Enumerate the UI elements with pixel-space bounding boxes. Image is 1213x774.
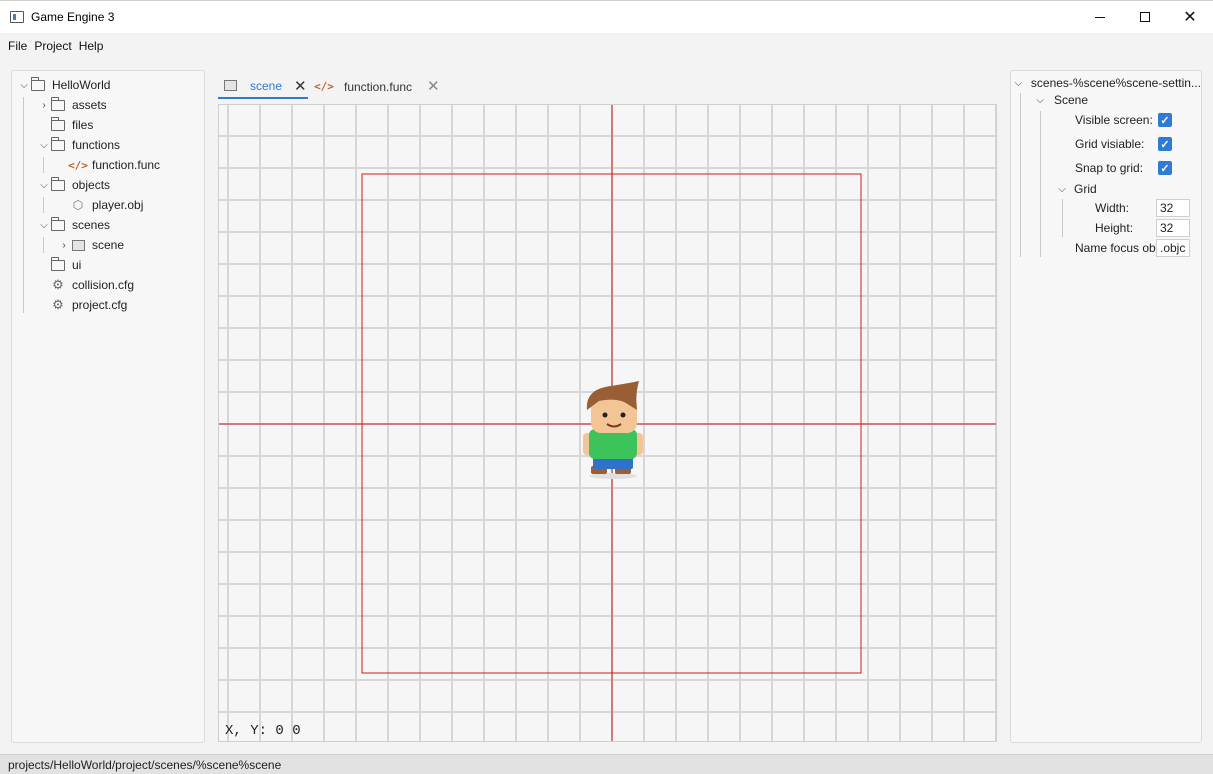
tree-item-project-cfg[interactable]: ⚙ project.cfg [38,295,127,315]
name-focus-label: Name focus ob [1075,241,1156,255]
name-focus-input[interactable]: .objc [1156,239,1190,257]
visible-screen-checkbox[interactable]: ✓ [1158,113,1172,127]
tree-item-player-obj[interactable]: ⬡ player.obj [58,195,144,215]
grid-height-input[interactable]: 32 [1156,219,1190,237]
tree-item-functions[interactable]: ⌵ functions [38,135,120,155]
tab-scene[interactable]: scene ✕ [218,74,308,99]
section-label: Grid [1074,182,1097,196]
chevron-down-icon[interactable]: ⌵ [1034,95,1046,106]
tree-guide [1040,111,1041,257]
cube-icon: ⬡ [72,198,84,212]
section-grid[interactable]: ⌵ Grid [1056,179,1097,199]
tree-item-label: function.func [92,158,161,172]
minimize-button[interactable] [1077,1,1123,33]
snap-to-grid-label: Snap to grid: [1075,161,1144,175]
chevron-down-icon[interactable]: ⌵ [1014,78,1023,89]
tree-item-label: assets [72,98,107,112]
tree-item-label: objects [72,178,111,192]
tree-item-label: collision.cfg [72,278,135,292]
chevron-down-icon[interactable]: ⌵ [38,180,50,191]
project-tree-panel: ⌵ HelloWorld › assets files ⌵ functions … [11,70,205,743]
tree-item-label: scenes [72,218,111,232]
menu-project[interactable]: Project [34,39,71,53]
tab-function-func[interactable]: </> function.func ✕ [314,74,444,99]
tree-item-label: project.cfg [72,298,128,312]
tree-item-collision-cfg[interactable]: ⚙ collision.cfg [38,275,134,295]
close-icon: ✕ [1183,9,1197,26]
tree-item-scene[interactable]: › scene [58,235,124,255]
tree-item-label: ui [72,258,82,272]
folder-icon [50,216,66,232]
player-sprite[interactable] [583,381,643,479]
tree-item-label: player.obj [92,198,144,212]
tab-label: function.func [344,79,413,94]
title-bar: Game Engine 3 ✕ [0,0,1213,33]
tab-label: scene [250,78,283,93]
coordinate-readout: X, Y: 0 0 [225,723,301,739]
scene-grid[interactable] [219,105,997,742]
tree-item-objects[interactable]: ⌵ objects [38,175,110,195]
status-bar: projects/HelloWorld/project/scenes/%scen… [0,754,1213,774]
folder-icon [50,256,66,272]
visible-screen-label: Visible screen: [1075,113,1153,127]
status-path: projects/HelloWorld/project/scenes/%scen… [8,757,282,772]
folder-icon [50,136,66,152]
code-icon: </> [314,80,334,93]
tree-guide [43,197,44,213]
tree-item-label: functions [72,138,121,152]
maximize-button[interactable] [1122,1,1168,33]
tree-guide [1020,93,1021,257]
tree-item-scenes[interactable]: ⌵ scenes [38,215,110,235]
chevron-down-icon[interactable]: ⌵ [18,80,30,91]
tree-item-files[interactable]: files [38,115,93,135]
chevron-down-icon[interactable]: ⌵ [38,140,50,151]
tree-item-function-func[interactable]: </> function.func [58,155,160,175]
tree-guide [43,237,44,253]
app-icon [10,11,24,23]
scene-icon [222,79,238,93]
inspector-panel: ⌵ scenes-%scene%scene-settin... ⌵ Scene … [1010,70,1202,743]
chevron-down-icon[interactable]: ⌵ [38,220,50,231]
tree-item-label: files [72,118,94,132]
scene-canvas[interactable]: X, Y: 0 0 [218,104,997,742]
chevron-right-icon[interactable]: › [58,240,70,251]
menu-help[interactable]: Help [79,39,104,53]
minimize-icon [1095,16,1105,18]
folder-icon [50,116,66,132]
grid-height-label: Height: [1095,221,1134,235]
tree-item-label: scene [92,238,125,252]
scene-icon [70,238,86,252]
maximize-icon [1140,12,1150,22]
folder-icon [30,76,46,92]
tree-item-assets[interactable]: › assets [38,95,107,115]
section-label: Scene [1054,93,1089,107]
code-icon: </> [68,158,88,172]
grid-visible-label: Grid visiable: [1075,137,1145,151]
chevron-down-icon[interactable]: ⌵ [1056,184,1068,195]
close-window-button[interactable]: ✕ [1167,1,1213,33]
tree-item-ui[interactable]: ui [38,255,81,275]
folder-icon [50,96,66,112]
grid-visible-checkbox[interactable]: ✓ [1158,137,1172,151]
menu-file[interactable]: File [8,39,27,53]
close-tab-icon[interactable]: ✕ [427,77,440,95]
gear-icon: ⚙ [52,297,64,312]
inspector-title: scenes-%scene%scene-settin... [1030,76,1201,90]
section-scene[interactable]: ⌵ Scene [1034,90,1088,110]
close-tab-icon[interactable]: ✕ [294,77,307,95]
gear-icon: ⚙ [52,277,64,292]
menu-bar: File Project Help [0,33,1213,59]
tree-guide [43,157,44,173]
snap-to-grid-checkbox[interactable]: ✓ [1158,161,1172,175]
tree-item-label: HelloWorld [52,78,111,92]
window-title: Game Engine 3 [31,10,115,24]
grid-width-label: Width: [1095,201,1130,215]
grid-width-input[interactable]: 32 [1156,199,1190,217]
folder-icon [50,176,66,192]
tree-item-helloworld[interactable]: ⌵ HelloWorld [18,75,110,95]
tree-guide [23,97,24,313]
tree-guide [1062,199,1063,237]
chevron-right-icon[interactable]: › [38,100,50,111]
